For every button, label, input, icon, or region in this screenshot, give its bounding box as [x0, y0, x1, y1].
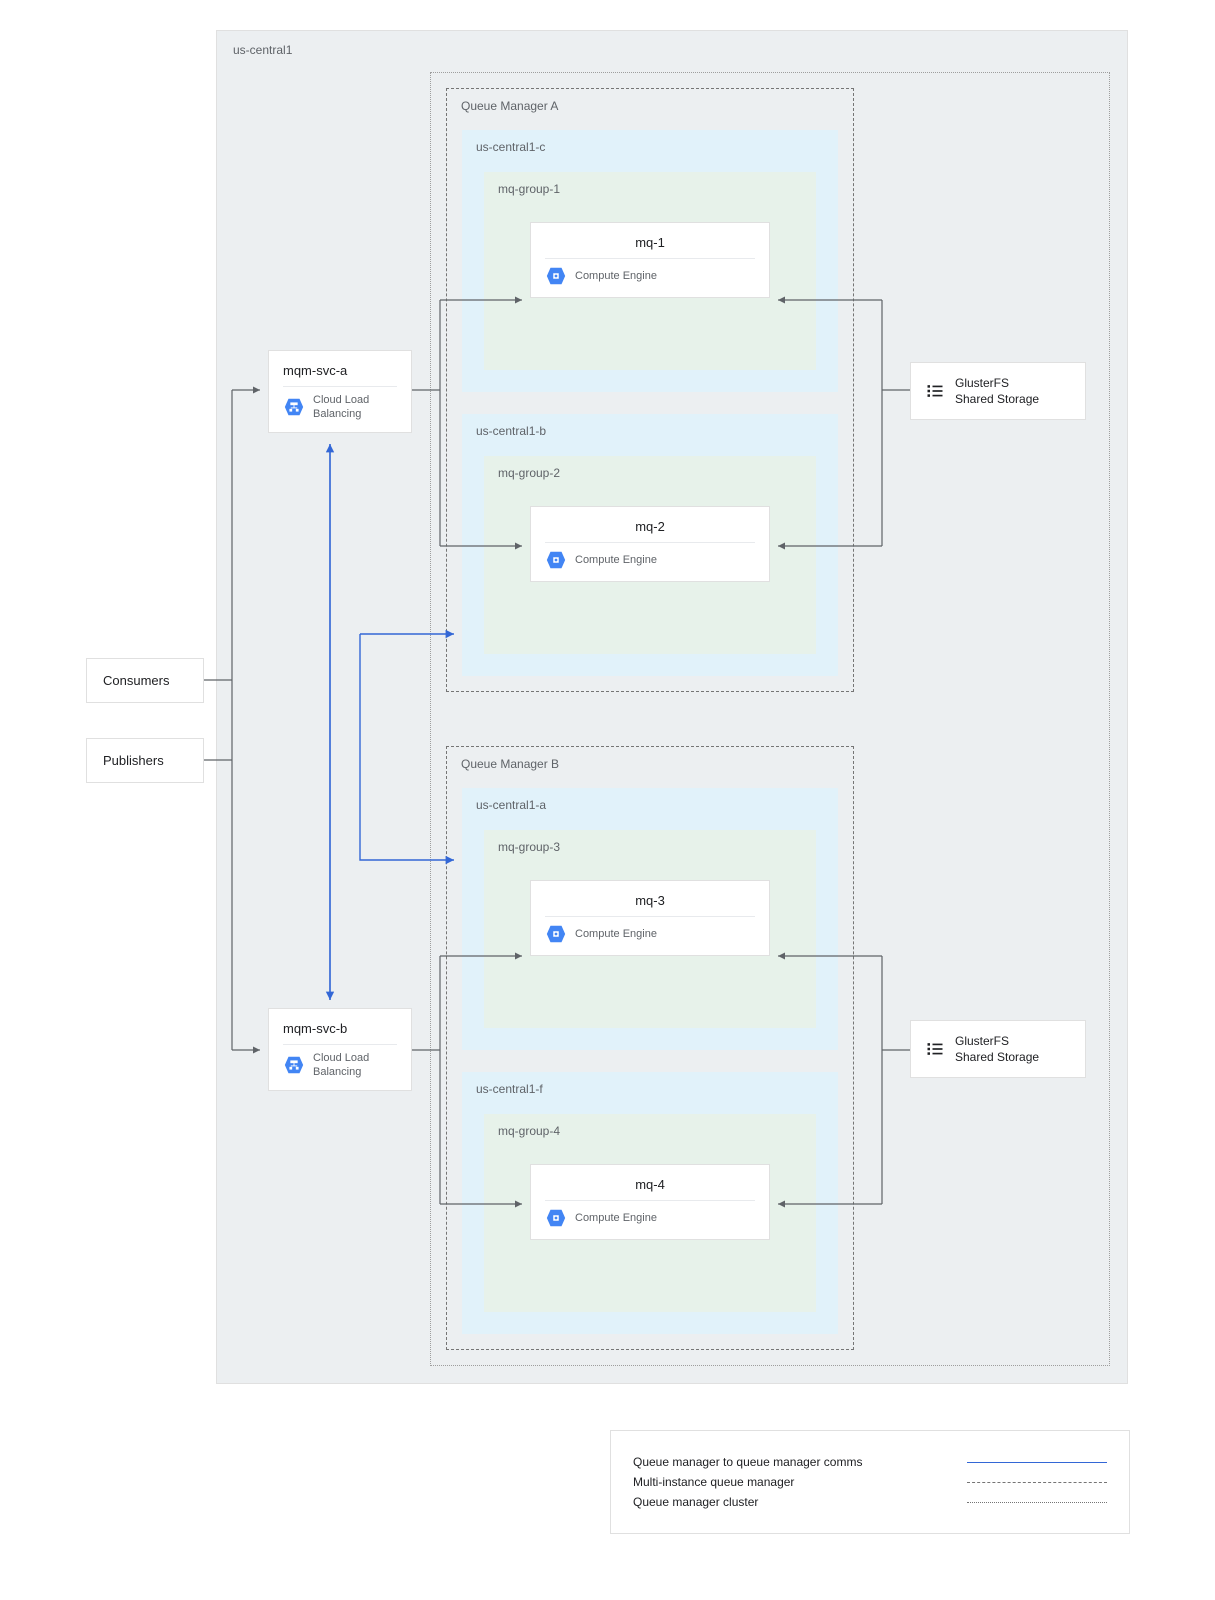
mq-2-node: mq-2 Compute Engine — [530, 506, 770, 582]
mqm-svc-b-subtitle: Cloud Load Balancing — [313, 1051, 397, 1080]
mq-2-subtitle: Compute Engine — [575, 553, 657, 567]
legend-row1-label: Queue manager to queue manager comms — [633, 1455, 862, 1469]
mq-group-4-label: mq-group-4 — [498, 1124, 560, 1138]
legend-row3-label: Queue manager cluster — [633, 1495, 758, 1509]
queue-manager-b-label: Queue Manager B — [461, 757, 559, 771]
mq-group-2-label: mq-group-2 — [498, 466, 560, 480]
glusterfs-a-line2: Shared Storage — [955, 392, 1039, 406]
zone-label-c: us-central1-c — [476, 140, 545, 154]
mq-1-node: mq-1 Compute Engine — [530, 222, 770, 298]
legend-box: Queue manager to queue manager comms Mul… — [610, 1430, 1130, 1534]
glusterfs-a-line1: GlusterFS — [955, 376, 1009, 390]
publishers-node: Publishers — [86, 738, 204, 783]
mq-group-1-label: mq-group-1 — [498, 182, 560, 196]
zone-label-b: us-central1-b — [476, 424, 546, 438]
mq-4-title: mq-4 — [545, 1177, 755, 1192]
mq-1-title: mq-1 — [545, 235, 755, 250]
mq-1-subtitle: Compute Engine — [575, 269, 657, 283]
glusterfs-b-node: GlusterFS Shared Storage — [910, 1020, 1086, 1078]
storage-list-icon — [925, 381, 945, 401]
mq-4-node: mq-4 Compute Engine — [530, 1164, 770, 1240]
legend-swatch-solid — [967, 1462, 1107, 1463]
zone-label-a: us-central1-a — [476, 798, 546, 812]
mqm-svc-a-title: mqm-svc-a — [283, 363, 397, 378]
compute-engine-icon — [545, 923, 567, 945]
legend-swatch-dashed — [967, 1482, 1107, 1483]
legend-row2-label: Multi-instance queue manager — [633, 1475, 794, 1489]
queue-manager-a-label: Queue Manager A — [461, 99, 558, 113]
mq-3-title: mq-3 — [545, 893, 755, 908]
consumers-node: Consumers — [86, 658, 204, 703]
mqm-svc-b-title: mqm-svc-b — [283, 1021, 397, 1036]
compute-engine-icon — [545, 1207, 567, 1229]
compute-engine-icon — [545, 265, 567, 287]
legend-swatch-dotted — [967, 1502, 1107, 1503]
mqm-svc-a-node: mqm-svc-a Cloud Load Balancing — [268, 350, 412, 433]
mqm-svc-a-subtitle: Cloud Load Balancing — [313, 393, 397, 422]
mq-3-subtitle: Compute Engine — [575, 927, 657, 941]
mqm-svc-b-node: mqm-svc-b Cloud Load Balancing — [268, 1008, 412, 1091]
mq-3-node: mq-3 Compute Engine — [530, 880, 770, 956]
mq-group-3-label: mq-group-3 — [498, 840, 560, 854]
mq-2-title: mq-2 — [545, 519, 755, 534]
storage-list-icon — [925, 1039, 945, 1059]
mq-4-subtitle: Compute Engine — [575, 1211, 657, 1225]
glusterfs-b-line2: Shared Storage — [955, 1050, 1039, 1064]
region-label: us-central1 — [233, 43, 292, 57]
glusterfs-a-node: GlusterFS Shared Storage — [910, 362, 1086, 420]
cloud-load-balancing-icon — [283, 1054, 305, 1076]
compute-engine-icon — [545, 549, 567, 571]
cloud-load-balancing-icon — [283, 396, 305, 418]
glusterfs-b-line1: GlusterFS — [955, 1034, 1009, 1048]
zone-label-f: us-central1-f — [476, 1082, 543, 1096]
